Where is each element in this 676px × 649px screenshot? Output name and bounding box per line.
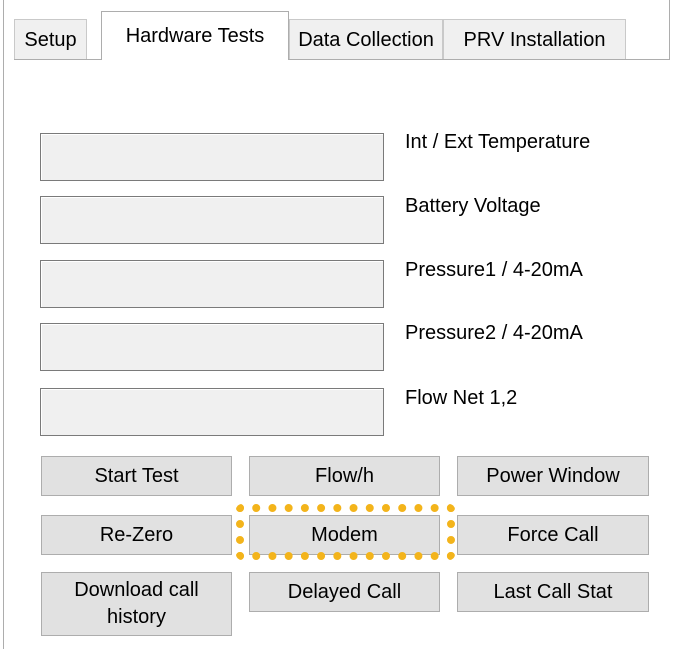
pressure1-label: Pressure1 / 4-20mA (405, 259, 583, 281)
force-call-button[interactable]: Force Call (457, 515, 649, 555)
download-call-history-button[interactable]: Download call history (41, 572, 232, 636)
battery-voltage-label: Battery Voltage (405, 195, 541, 217)
start-test-button[interactable]: Start Test (41, 456, 232, 496)
last-call-stat-button[interactable]: Last Call Stat (457, 572, 649, 612)
tab-setup[interactable]: Setup (14, 19, 87, 59)
tab-data-collection[interactable]: Data Collection (289, 19, 443, 59)
tab-hardware-tests[interactable]: Hardware Tests (101, 11, 289, 60)
flow-net-field (40, 388, 384, 436)
modem-button[interactable]: Modem (249, 515, 440, 555)
window-border-left (3, 0, 4, 649)
int-ext-temperature-label: Int / Ext Temperature (405, 131, 591, 153)
flow-h-button[interactable]: Flow/h (249, 456, 440, 496)
battery-voltage-field (40, 196, 384, 244)
power-window-button[interactable]: Power Window (457, 456, 649, 496)
re-zero-button[interactable]: Re-Zero (41, 515, 232, 555)
pressure2-field (40, 323, 384, 371)
tab-prv-installation[interactable]: PRV Installation (443, 19, 626, 59)
flow-net-label: Flow Net 1,2 (405, 387, 518, 409)
pressure2-label: Pressure2 / 4-20mA (405, 322, 583, 344)
pressure1-field (40, 260, 384, 308)
delayed-call-button[interactable]: Delayed Call (249, 572, 440, 612)
int-ext-temperature-field (40, 133, 384, 181)
